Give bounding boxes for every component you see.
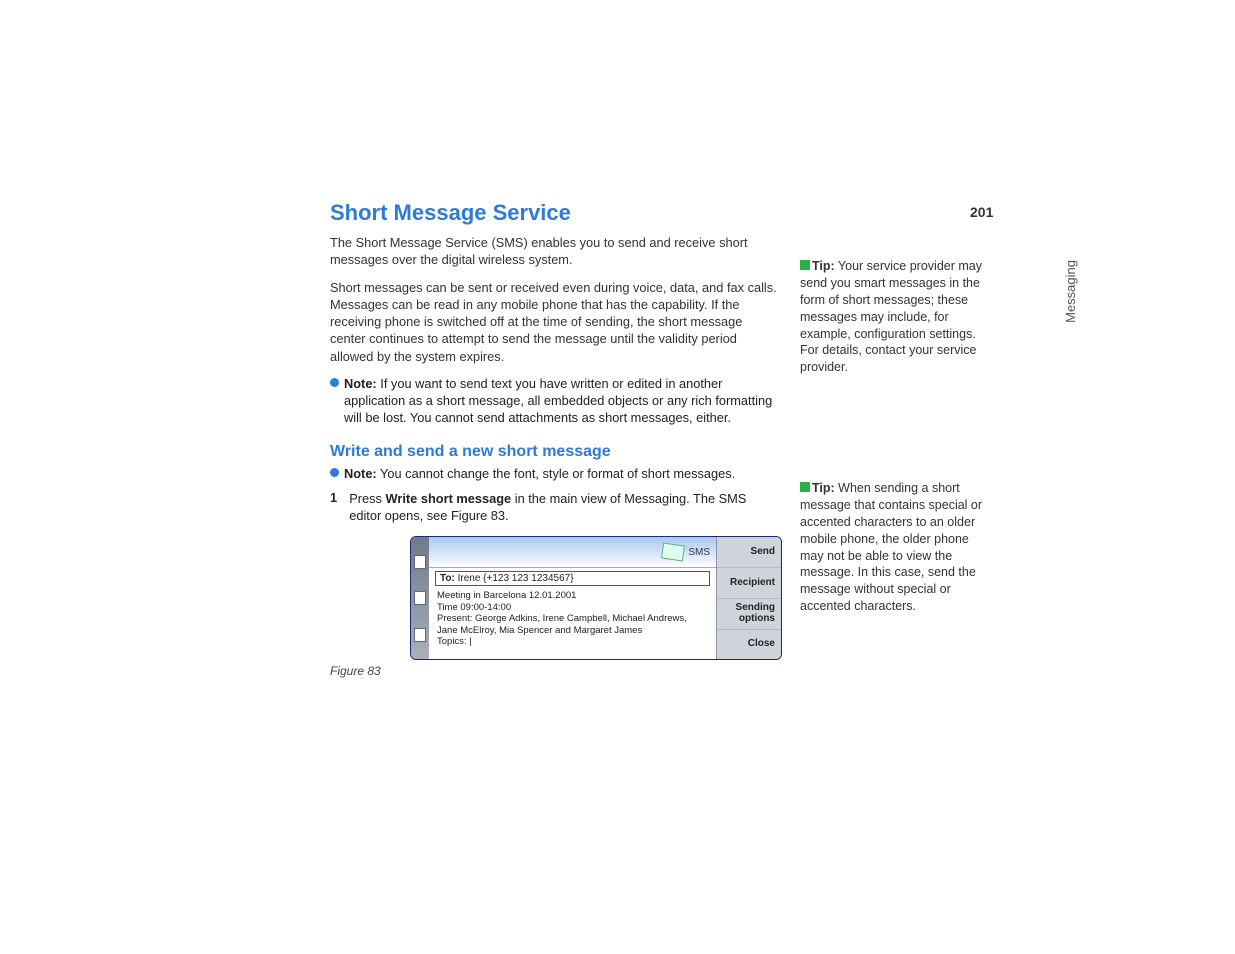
device-status-bar: [411, 537, 429, 659]
note-2: Note: You cannot change the font, style …: [330, 465, 780, 482]
step-1: 1 Press Write short message in the main …: [330, 490, 780, 525]
msg-line: Topics: |: [437, 636, 708, 647]
note-1: Note: If you want to send text you have …: [330, 375, 780, 427]
subsection-title: Write and send a new short message: [330, 443, 780, 461]
msg-line: Time 09:00-14:00: [437, 602, 708, 613]
step-text-pre: Press: [349, 491, 385, 506]
sending-options-button[interactable]: Sending options: [717, 599, 781, 630]
message-body[interactable]: Meeting in Barcelona 12.01.2001 Time 09:…: [429, 588, 716, 659]
step-number: 1: [330, 490, 339, 525]
note-bullet-icon: [330, 378, 339, 387]
note-label: Note:: [344, 376, 377, 391]
battery-icon: [414, 555, 426, 569]
recipient-button[interactable]: Recipient: [717, 568, 781, 599]
note-label: Note:: [344, 466, 377, 481]
sms-envelope-icon: [661, 543, 685, 562]
note-body-text: You cannot change the font, style or for…: [377, 466, 736, 481]
intro-paragraph-2: Short messages can be sent or received e…: [330, 279, 780, 365]
send-button[interactable]: Send: [717, 537, 781, 568]
to-field[interactable]: To: Irene {+123 123 1234567}: [435, 571, 710, 586]
sms-editor-screenshot: SMS To: Irene {+123 123 1234567} Meeting…: [410, 536, 782, 660]
device-softkeys: Send Recipient Sending options Close: [716, 537, 781, 659]
close-button[interactable]: Close: [717, 630, 781, 660]
status-icon: [414, 628, 426, 642]
sms-header-label: SMS: [688, 547, 710, 558]
section-side-label: Messaging: [1063, 260, 1078, 323]
signal-icon: [414, 591, 426, 605]
intro-paragraph-1: The Short Message Service (SMS) enables …: [330, 234, 780, 269]
to-value: Irene {+123 123 1234567}: [455, 573, 574, 584]
note-body-text: If you want to send text you have writte…: [344, 376, 772, 426]
msg-line: Present: George Adkins, Irene Campbell, …: [437, 613, 708, 636]
page-title: Short Message Service: [330, 200, 780, 226]
step-text-bold: Write short message: [386, 491, 512, 506]
figure-caption: Figure 83: [330, 664, 780, 678]
msg-line: Meeting in Barcelona 12.01.2001: [437, 590, 708, 601]
to-label: To:: [440, 573, 455, 584]
device-header: SMS: [429, 537, 716, 568]
note-bullet-icon: [330, 468, 339, 477]
